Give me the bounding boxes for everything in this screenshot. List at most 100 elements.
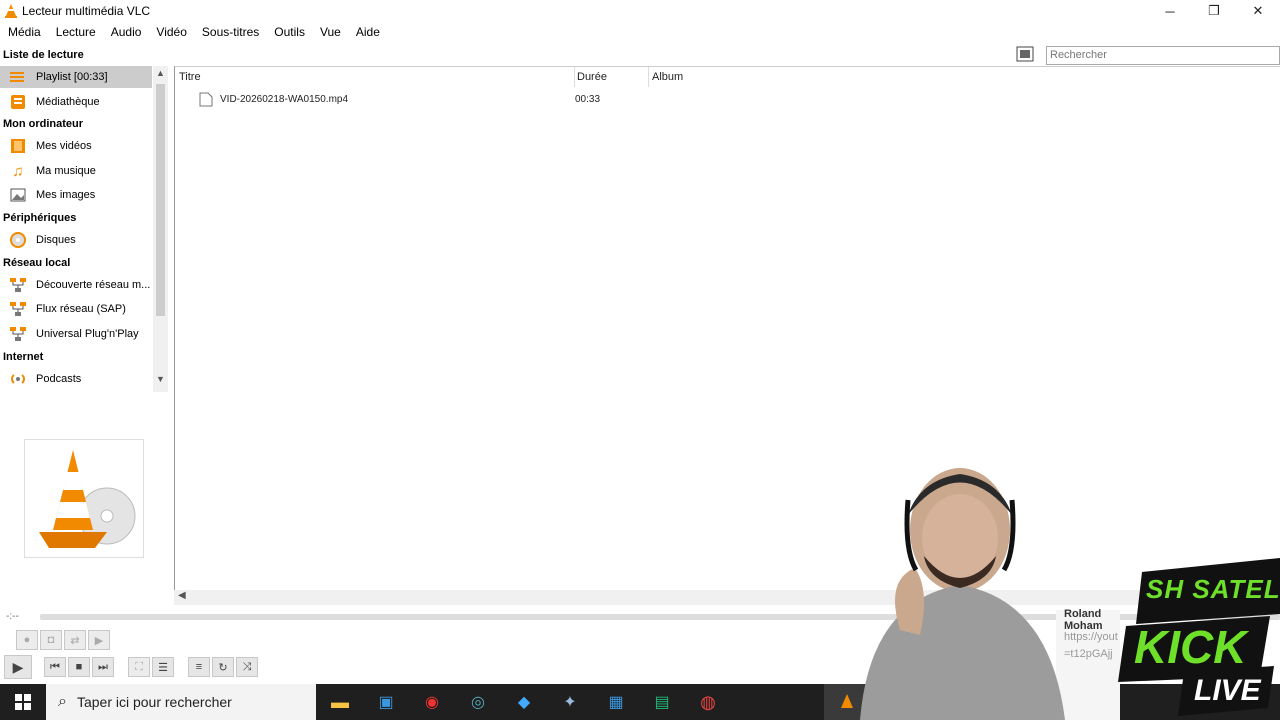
close-button[interactable]: ✕ bbox=[1236, 0, 1280, 22]
snapshot-button[interactable]: ◘ bbox=[40, 630, 62, 650]
search-icon: ⌕ bbox=[58, 693, 67, 710]
sidebar-item-images[interactable]: Mes images bbox=[0, 184, 152, 206]
calculator-button[interactable]: ▦ bbox=[593, 684, 639, 720]
scroll-down-icon[interactable]: ▼ bbox=[153, 372, 168, 386]
playlist-icon bbox=[9, 69, 27, 85]
view-mode-icon bbox=[1016, 46, 1034, 62]
person-image bbox=[860, 468, 1120, 720]
loop-button[interactable]: ↻ bbox=[212, 657, 234, 677]
music-icon: ♫ bbox=[12, 162, 24, 180]
column-duration[interactable]: Durée bbox=[577, 67, 649, 87]
equalizer-icon: ☰ bbox=[158, 661, 168, 674]
menu-vue[interactable]: Vue bbox=[312, 25, 349, 39]
app-icon: ▤ bbox=[654, 694, 670, 711]
menu-lecture[interactable]: Lecture bbox=[48, 25, 104, 39]
podcast-icon bbox=[9, 371, 27, 387]
app-button-3[interactable]: ✦ bbox=[547, 684, 593, 720]
menu-video[interactable]: Vidéo bbox=[148, 25, 194, 39]
sidebar-item-network-discovery[interactable]: Découverte réseau m... bbox=[0, 274, 152, 296]
overlay-text-url: https://yout bbox=[1064, 631, 1118, 643]
scroll-up-icon[interactable]: ▲ bbox=[153, 66, 168, 80]
sidebar-item-upnp[interactable]: Universal Plug'n'Play bbox=[0, 323, 152, 345]
sidebar-item-videos[interactable]: Mes vidéos bbox=[0, 135, 152, 157]
vlc-cone-icon bbox=[5, 4, 17, 18]
window-title: Lecteur multimédia VLC bbox=[22, 4, 151, 18]
stop-button[interactable]: ■ bbox=[68, 657, 90, 677]
toggle-playlist-button[interactable]: ≡ bbox=[188, 657, 210, 677]
loop-ab-icon: ⇄ bbox=[70, 634, 80, 647]
next-button[interactable]: ⏭ bbox=[92, 657, 114, 677]
menu-sous-titres[interactable]: Sous-titres bbox=[194, 25, 267, 39]
camera-icon: ◘ bbox=[47, 634, 55, 646]
start-button[interactable] bbox=[0, 684, 46, 720]
frame-step-button[interactable]: ▶ bbox=[88, 630, 110, 650]
play-icon: ▶ bbox=[12, 658, 24, 675]
chrome-button[interactable]: ◍ bbox=[685, 684, 731, 720]
taskbar-search[interactable]: ⌕ Taper ici pour rechercher bbox=[46, 684, 316, 720]
sidebar-item-music[interactable]: ♫ Ma musique bbox=[0, 160, 152, 182]
section-header: Mon ordinateur bbox=[3, 118, 84, 130]
shuffle-button[interactable]: ⤨ bbox=[236, 657, 258, 677]
app-icon: ◆ bbox=[517, 694, 531, 711]
sidebar-item-label: Mes images bbox=[36, 189, 96, 201]
network-icon bbox=[9, 277, 27, 293]
album-art bbox=[24, 439, 144, 558]
table-row[interactable]: VID-20260218-WA0150.mp4 00:33 bbox=[175, 89, 875, 109]
title-bar: Lecteur multimédia VLC ─ ❐ ✕ bbox=[0, 0, 1280, 22]
fullscreen-icon: ⛶ bbox=[135, 660, 143, 673]
store-button[interactable]: ▣ bbox=[363, 684, 409, 720]
previous-button[interactable]: ⏮ bbox=[44, 657, 66, 677]
file-explorer-button[interactable]: ▬ bbox=[317, 684, 363, 720]
file-icon bbox=[199, 92, 213, 107]
sidebar-item-library[interactable]: Médiathèque bbox=[0, 91, 152, 113]
menu-media[interactable]: Média bbox=[0, 25, 49, 39]
sidebar-scrollbar[interactable]: ▲ ▼ bbox=[153, 66, 168, 392]
menu-bar: Média Lecture Audio Vidéo Sous-titres Ou… bbox=[0, 22, 1280, 42]
extended-settings-button[interactable]: ☰ bbox=[152, 657, 174, 677]
app-button-1[interactable]: ◉ bbox=[409, 684, 455, 720]
record-button[interactable]: ● bbox=[16, 630, 38, 650]
sidebar-item-label: Découverte réseau m... bbox=[36, 279, 151, 291]
sidebar-item-label: Médiathèque bbox=[36, 96, 100, 108]
store-icon: ▣ bbox=[378, 694, 394, 711]
loop-ab-button[interactable]: ⇄ bbox=[64, 630, 86, 650]
maximize-button[interactable]: ❐ bbox=[1192, 0, 1236, 22]
menu-outils[interactable]: Outils bbox=[266, 25, 313, 39]
column-title[interactable]: Titre bbox=[179, 67, 575, 87]
windows-icon bbox=[15, 694, 31, 710]
scrollbar-thumb[interactable] bbox=[156, 84, 165, 316]
camera-app-button[interactable]: ◎ bbox=[455, 684, 501, 720]
folder-icon: ▬ bbox=[331, 691, 349, 712]
logo-text-satellite: SH SATELLITE bbox=[1146, 574, 1280, 604]
app-button-2[interactable]: ◆ bbox=[501, 684, 547, 720]
play-button[interactable]: ▶ bbox=[4, 655, 32, 679]
scroll-left-icon[interactable]: ◀ bbox=[178, 590, 186, 601]
loop-icon: ↻ bbox=[218, 661, 228, 674]
taskbar-search-placeholder: Taper ici pour rechercher bbox=[76, 694, 232, 710]
sidebar-item-label: Ma musique bbox=[36, 165, 96, 177]
search-input[interactable]: Rechercher bbox=[1046, 46, 1280, 65]
elapsed-time: -:-- bbox=[6, 611, 19, 622]
sidebar-item-playlist[interactable]: Playlist [00:33] bbox=[0, 66, 152, 88]
app-button-4[interactable]: ▤ bbox=[639, 684, 685, 720]
sidebar-item-label: Playlist [00:33] bbox=[36, 71, 108, 83]
menu-audio[interactable]: Audio bbox=[103, 25, 150, 39]
playlist-view-button[interactable] bbox=[1015, 45, 1035, 66]
column-album[interactable]: Album bbox=[652, 67, 752, 87]
minimize-button[interactable]: ─ bbox=[1148, 0, 1192, 22]
videos-icon bbox=[9, 138, 27, 154]
sidebar-item-disques[interactable]: Disques bbox=[0, 229, 152, 251]
menu-aide[interactable]: Aide bbox=[348, 25, 388, 39]
vlc-cone-icon bbox=[39, 450, 136, 548]
sidebar-item-label: Universal Plug'n'Play bbox=[36, 328, 139, 340]
library-icon bbox=[9, 94, 27, 110]
section-header: Périphériques bbox=[3, 212, 77, 224]
shuffle-icon: ⤨ bbox=[242, 660, 252, 673]
network-icon bbox=[9, 326, 27, 342]
calculator-icon: ▦ bbox=[608, 694, 624, 711]
overlay-text-param: =t12pGAjj bbox=[1064, 648, 1113, 660]
playlist-icon: ≡ bbox=[195, 661, 203, 673]
fullscreen-button[interactable]: ⛶ bbox=[128, 657, 150, 677]
sidebar-item-sap[interactable]: Flux réseau (SAP) bbox=[0, 298, 152, 320]
sidebar-item-podcasts[interactable]: Podcasts bbox=[0, 368, 152, 390]
